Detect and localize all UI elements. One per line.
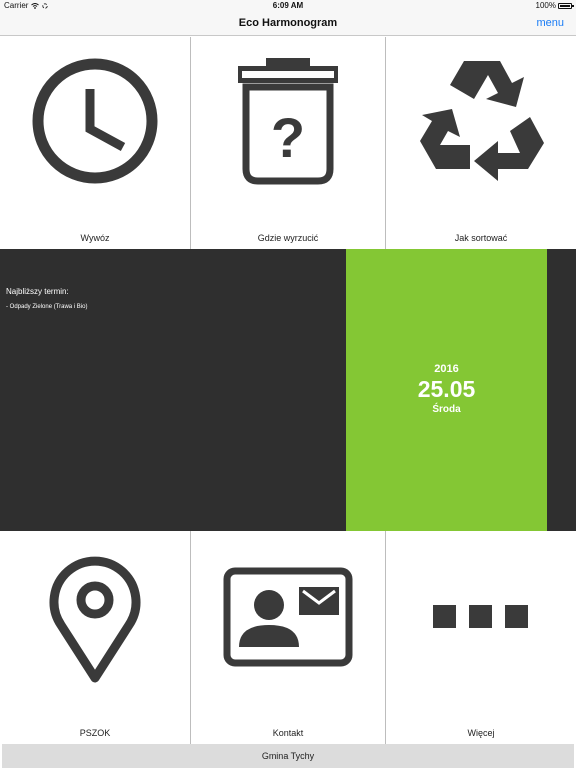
tile-wiecej[interactable]: Więcej: [386, 531, 576, 744]
status-bar: Carrier 6:09 AM 100%: [0, 0, 576, 12]
date-weekday: Środa: [432, 404, 461, 415]
footer-bar[interactable]: Gmina Tychy: [2, 744, 574, 768]
battery-indicator: 100%: [535, 1, 574, 10]
battery-percent: 100%: [535, 1, 556, 10]
next-collection-banner: Najbliższy termin: - Odpady Zielone (Tra…: [0, 249, 576, 531]
municipality-label: Gmina Tychy: [261, 751, 315, 761]
next-collection-date: 2016 25.05 Środa: [346, 249, 547, 531]
tile-pszok[interactable]: PSZOK: [0, 531, 190, 744]
map-pin-icon: [0, 551, 190, 683]
tile-kontakt[interactable]: Kontakt: [191, 531, 385, 744]
contact-card-icon: [191, 567, 385, 667]
date-day: 25.05: [417, 376, 476, 402]
page-title: Eco Harmonogram: [238, 17, 338, 29]
tile-label: Wywóz: [80, 233, 110, 243]
tile-wywoz[interactable]: Wywóz: [0, 37, 190, 249]
tile-label: Więcej: [467, 728, 495, 738]
tile-jak-sortowac[interactable]: Jak sortować: [386, 37, 576, 249]
svg-text:?: ?: [271, 106, 305, 169]
trash-question-icon: ?: [191, 57, 385, 185]
menu-button[interactable]: menu: [536, 17, 564, 29]
clock-icon: [0, 57, 190, 185]
battery-icon: [558, 2, 574, 9]
more-icon: [386, 605, 576, 629]
next-collection-item: - Odpady Zielone (Trawa i Bio): [6, 304, 88, 310]
status-time: 6:09 AM: [272, 1, 304, 10]
tile-label: Jak sortować: [454, 233, 508, 243]
tile-label: Gdzie wyrzucić: [257, 233, 319, 243]
tile-label: Kontakt: [272, 728, 304, 738]
recycle-icon: [386, 57, 576, 187]
tile-gdzie-wyrzucic[interactable]: ? Gdzie wyrzucić: [191, 37, 385, 249]
tile-label: PSZOK: [79, 728, 111, 738]
date-year: 2016: [434, 363, 459, 375]
navigation-bar: Eco Harmonogram menu: [0, 12, 576, 36]
next-collection-heading: Najbliższy termin:: [6, 287, 69, 296]
